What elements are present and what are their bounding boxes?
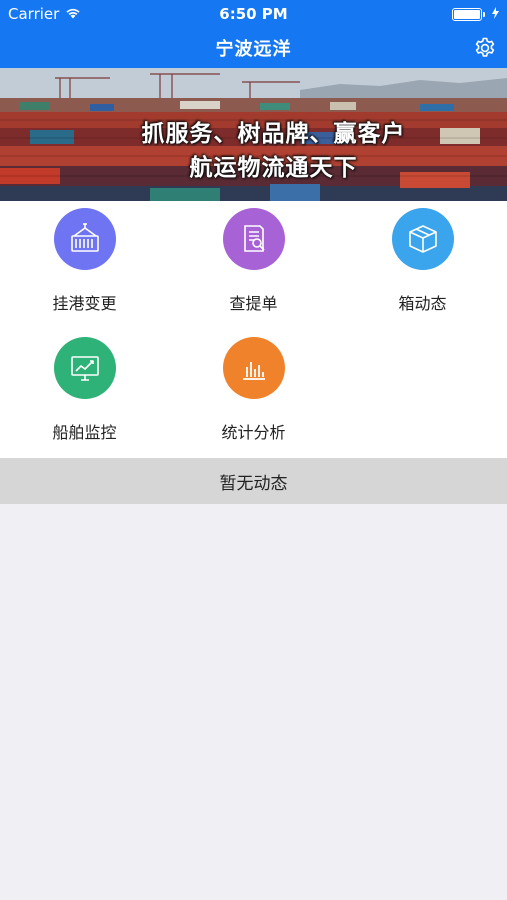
wifi-icon — [65, 5, 81, 23]
status-bar: Carrier 6:50 PM — [0, 0, 507, 28]
grid-item-statistics[interactable]: 统计分析 — [169, 330, 338, 458]
grid-label: 统计分析 — [221, 423, 286, 442]
grid-label: 挂港变更 — [52, 294, 117, 313]
page-title: 宁波远洋 — [215, 39, 292, 60]
charging-icon — [492, 5, 499, 23]
grid-item-container-status[interactable]: 箱动态 — [338, 201, 507, 329]
battery-icon — [452, 7, 485, 21]
grid-label: 查提单 — [229, 294, 278, 313]
banner[interactable]: 抓服务、树品牌、赢客户 航运物流通天下 — [0, 68, 507, 201]
box-icon — [391, 208, 454, 270]
empty-feed-text: 暂无动态 — [219, 473, 288, 494]
carrier-label: Carrier — [8, 5, 60, 23]
grid-item-bill-lookup[interactable]: 查提单 — [169, 201, 338, 329]
gear-icon — [475, 37, 495, 57]
document-search-icon — [222, 208, 285, 270]
empty-feed-band: 暂无动态 — [0, 458, 507, 504]
monitor-chart-icon — [53, 337, 116, 399]
grid-item-vessel-monitor[interactable]: 船舶监控 — [0, 330, 169, 458]
grid-label: 箱动态 — [398, 294, 447, 313]
settings-button[interactable] — [473, 36, 497, 60]
container-crane-icon — [53, 208, 116, 270]
banner-slogan-1: 抓服务、树品牌、赢客户 — [141, 121, 406, 147]
feed-list — [0, 504, 507, 900]
grid-label: 船舶监控 — [52, 423, 117, 442]
banner-slogan-2: 航运物流通天下 — [189, 155, 358, 181]
grid-item-port-change[interactable]: 挂港变更 — [0, 201, 169, 329]
function-grid: 挂港变更 查提单 箱动态 船舶监控 统计分析 — [0, 201, 507, 458]
bar-chart-icon — [222, 337, 285, 399]
nav-bar: 宁波远洋 — [0, 28, 507, 68]
